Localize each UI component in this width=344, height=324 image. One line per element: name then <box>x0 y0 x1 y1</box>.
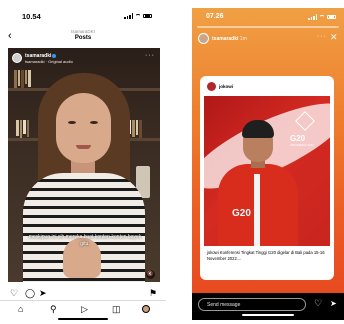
story-username[interactable]: tsamaradki 1m <box>212 36 247 42</box>
home-icon[interactable]: ⌂ <box>18 304 23 314</box>
shared-post-image: G20 INDONESIA 2022 G20 <box>204 96 330 246</box>
more-options-icon[interactable]: ··· <box>145 52 155 59</box>
battery-icon <box>327 14 336 20</box>
story-username-text: tsamaradki <box>212 36 239 42</box>
send-icon[interactable]: ➤ <box>330 298 337 309</box>
books <box>16 120 29 138</box>
more-options-icon[interactable]: ··· <box>317 33 327 40</box>
status-bar: 07.26 <box>192 13 344 25</box>
person-hair <box>242 120 274 138</box>
heart-icon[interactable]: ♡ <box>10 288 18 298</box>
wifi-icon <box>135 13 141 19</box>
signal-icon <box>308 14 317 20</box>
home-indicator <box>58 318 108 320</box>
comment-icon[interactable]: ◯ <box>25 288 35 298</box>
avatar <box>207 82 216 91</box>
eye <box>68 121 76 124</box>
search-icon[interactable]: ⚲ <box>50 304 57 314</box>
send-message-placeholder: Send message <box>207 302 241 308</box>
header-username: tsamaraDKI <box>71 29 95 34</box>
bookmark-icon[interactable]: ⚑ <box>149 288 157 298</box>
status-icons <box>124 13 152 19</box>
person-face <box>56 93 111 163</box>
status-time: 07.26 <box>206 13 224 20</box>
avatar[interactable] <box>12 53 22 63</box>
battery-icon <box>143 13 152 19</box>
mute-icon[interactable]: 🔇 <box>146 270 155 279</box>
shared-post-caption: jokowi Konferensi Tingkat Tinggi G20 dig… <box>207 250 325 261</box>
jacket-zipper <box>254 174 260 246</box>
shop-icon[interactable]: ◫ <box>112 304 121 314</box>
home-indicator <box>242 314 294 316</box>
heart-icon[interactable]: ♡ <box>314 298 322 309</box>
instagram-post-screen: 10.54 ‹ tsamaraDKI Posts tsamaradki tsam… <box>0 0 166 324</box>
video-subtitle: meskipun ini sih mereka buat konten-kont… <box>28 234 142 247</box>
g20-logo-text: G20 <box>290 134 306 143</box>
share-icon[interactable]: ➤ <box>39 288 47 298</box>
mouth <box>76 145 91 149</box>
story-progress-bar <box>197 26 339 28</box>
status-time: 10.54 <box>22 12 41 21</box>
avatar[interactable] <box>198 33 209 44</box>
wifi-icon <box>319 14 325 20</box>
instagram-story-screen: 07.26 tsamaradki 1m ··· ✕ jokowi G20 IND… <box>192 8 344 320</box>
books <box>14 70 31 88</box>
post-audio[interactable]: tsamaradki · Original audio <box>25 59 73 64</box>
close-icon[interactable]: ✕ <box>330 32 338 42</box>
jacket-g20-text: G20 <box>232 208 251 219</box>
bottom-navigation: ⌂ ⚲ ▷ ◫ <box>0 300 166 316</box>
send-message-input[interactable]: Send message <box>198 298 306 311</box>
post-header: ‹ tsamaraDKI Posts <box>0 28 166 46</box>
profile-avatar[interactable] <box>142 305 150 313</box>
shared-post-username: jokowi <box>219 84 234 89</box>
page-title: Posts <box>74 35 92 41</box>
reels-icon[interactable]: ▷ <box>81 304 88 314</box>
verified-icon <box>52 53 57 58</box>
post-actions: ♡ ◯ ➤ ⚑ <box>8 288 160 300</box>
g20-logo-subtext: INDONESIA 2022 <box>290 143 314 147</box>
status-icons <box>308 14 336 20</box>
eye <box>90 121 98 124</box>
signal-icon <box>124 13 133 19</box>
post-video[interactable]: tsamaradki tsamaradki · Original audio ·… <box>8 48 160 282</box>
shared-post-card[interactable]: jokowi G20 INDONESIA 2022 G20 jokowi Kon… <box>200 76 334 280</box>
story-time: 1m <box>239 36 247 42</box>
status-bar: 10.54 <box>0 12 166 24</box>
